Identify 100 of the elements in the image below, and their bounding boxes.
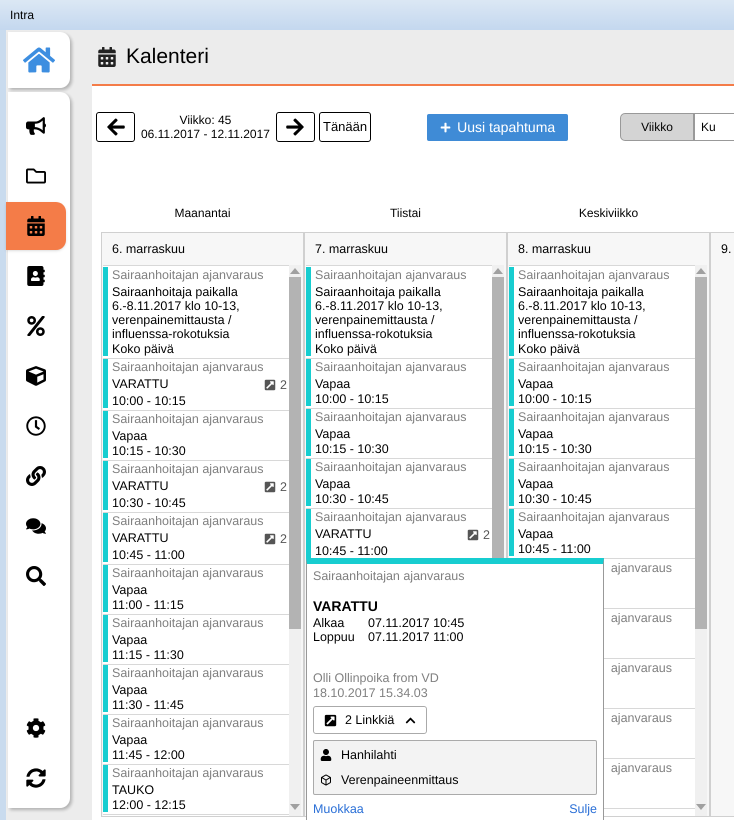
link-icon — [264, 481, 276, 493]
event-title: Sairaanhoitajan ajanvaraus — [315, 459, 468, 475]
event-card[interactable]: Sairaanhoitajan ajanvaraus VARATTU 2 10:45 - 11:00 — [103, 513, 289, 565]
event-time: 10:45 - 11:00 — [315, 543, 389, 560]
settings-icon — [26, 718, 46, 738]
event-title: Sairaanhoitajan ajanvaraus — [112, 411, 264, 427]
new-event-button[interactable]: Uusi tapahtuma — [427, 114, 568, 140]
popup-status: VARATTU — [313, 597, 379, 615]
close-link[interactable]: Sulje — [569, 802, 597, 817]
window-title: Intra — [10, 7, 34, 24]
event-card[interactable]: Sairaanhoitajan ajanvaraus Vapaa 10:30 - 10:45 — [509, 459, 695, 509]
event-time: 10:00 - 10:15 — [112, 393, 187, 410]
event-title: Sairaanhoitajan ajanvaraus — [112, 513, 264, 529]
event-title: Sairaanhoitajan ajanvaraus — [112, 267, 264, 283]
popup-creator: Olli Ollinpoika from VD — [313, 671, 440, 686]
event-text: Sairaanhoitaja paikalla 6.-8.11.2017 klo 10-13, verenpainemittausta / influenssa-rokotuksia — [315, 284, 444, 341]
view-tab[interactable]: Ku — [694, 113, 734, 141]
event-card[interactable]: Sairaanhoitajan ajanvaraus Sairaanhoitaja paikalla 6.-8.11.2017 klo 10-13, verenpainemittausta / influenssa-rokotuksia Koko päivä — [306, 267, 492, 359]
scrollbar[interactable] — [289, 265, 301, 816]
event-card[interactable]: Sairaanhoitajan ajanvaraus Vapaa 11:15 - 11:30 — [103, 615, 289, 665]
arrow-left-icon — [106, 117, 126, 137]
page-title: Kalenteri — [126, 44, 209, 70]
event-card[interactable]: Sairaanhoitajan ajanvaraus Sairaanhoitaja paikalla 6.-8.11.2017 klo 10-13, verenpainemittausta / influenssa-rokotuksia Koko päivä — [509, 267, 695, 359]
event-title: Sairaanhoitajan ajanvaraus — [315, 359, 468, 375]
home-button[interactable] — [8, 32, 70, 88]
sidebar-item[interactable] — [6, 202, 66, 250]
week-number: Viikko: 45 — [180, 113, 232, 127]
event-title: ajanvaraus — [610, 760, 672, 777]
arrow-right-icon — [285, 117, 306, 137]
event-card[interactable]: Sairaanhoitajan ajanvaraus Vapaa 10:45 - 11:00 — [509, 509, 695, 559]
field-value: 07.11.2017 11:00 — [368, 630, 464, 644]
event-text: VARATTU — [112, 478, 168, 493]
day-name: Maanantai — [174, 205, 231, 222]
links-toggle-button[interactable]: 2 Linkkiä — [313, 706, 428, 734]
event-title: Sairaanhoitajan ajanvaraus — [315, 267, 468, 283]
event-card[interactable]: Sairaanhoitajan ajanvaraus Vapaa 11:30 - 11:45 — [103, 665, 289, 715]
event-text: Vapaa — [315, 426, 350, 441]
event-title: Sairaanhoitajan ajanvaraus — [112, 461, 264, 477]
event-card[interactable]: Sairaanhoitajan ajanvaraus Vapaa 10:15 - 10:30 — [509, 409, 695, 459]
field-value: 07.11.2017 10:45 — [368, 616, 466, 630]
event-card[interactable]: Sairaanhoitajan ajanvaraus Vapaa 10:30 - 10:45 — [306, 459, 492, 509]
sync-icon — [26, 768, 46, 788]
event-card[interactable]: Sairaanhoitajan ajanvaraus Vapaa 10:15 - 10:30 — [103, 411, 289, 461]
event-time: 11:30 - 11:45 — [112, 697, 185, 714]
today-button[interactable]: Tänään — [318, 112, 372, 142]
event-card[interactable]: Sairaanhoitajan ajanvaraus VARATTU 2 10:30 - 10:45 — [103, 461, 289, 513]
link-count: 2 — [280, 531, 287, 547]
event-title: Sairaanhoitajan ajanvaraus — [112, 565, 264, 581]
event-time: 10:00 - 10:15 — [518, 391, 593, 408]
link-icon — [26, 466, 46, 486]
linked-item[interactable]: Verenpaineenmittaus — [341, 770, 458, 790]
event-card[interactable]: Sairaanhoitajan ajanvaraus VARATTU 2 10:00 - 10:15 — [103, 359, 289, 411]
field-label: Alkaa — [313, 616, 346, 630]
event-text: Vapaa — [315, 376, 350, 391]
event-text: Sairaanhoitaja paikalla 6.-8.11.2017 klo 10-13, verenpainemittausta / influenssa-rokotuksia — [112, 284, 241, 341]
event-time: 11:15 - 11:30 — [112, 647, 185, 664]
event-time: 10:30 - 10:45 — [518, 491, 593, 508]
link-icon — [467, 529, 480, 541]
calendar-icon — [98, 47, 116, 67]
event-time: 10:00 - 10:15 — [315, 391, 390, 408]
link-icon — [324, 714, 337, 726]
event-title: Sairaanhoitajan ajanvaraus — [518, 359, 670, 375]
scrollbar[interactable] — [695, 265, 707, 816]
event-title: Sairaanhoitajan ajanvaraus — [315, 409, 468, 425]
edit-link[interactable]: Muokkaa — [313, 802, 364, 817]
event-text: Vapaa — [518, 376, 554, 391]
view-tab[interactable]: Viikko — [620, 113, 694, 141]
event-text: VARATTU — [112, 376, 168, 391]
event-title: ajanvaraus — [610, 660, 672, 677]
event-card[interactable]: Sairaanhoitajan ajanvaraus VARATTU 2 10:45 - 11:00 — [306, 509, 492, 561]
event-card[interactable]: Sairaanhoitajan ajanvaraus Vapaa 11:00 - 11:15 — [103, 565, 289, 615]
event-card[interactable]: Sairaanhoitajan ajanvaraus Vapaa 10:15 - 10:30 — [306, 409, 492, 459]
event-title: Sairaanhoitajan ajanvaraus — [518, 409, 670, 425]
event-text: Vapaa — [112, 732, 148, 747]
event-card[interactable]: Sairaanhoitajan ajanvaraus TAUKO 12:00 - 12:15 — [103, 765, 289, 815]
event-card[interactable]: Sairaanhoitajan ajanvaraus Vapaa 10:00 - 10:15 — [509, 359, 695, 409]
event-time: 10:30 - 10:45 — [112, 495, 187, 512]
next-week-button[interactable] — [276, 112, 315, 142]
previous-week-button[interactable] — [96, 112, 136, 142]
event-title: Sairaanhoitajan ajanvaraus — [112, 359, 264, 375]
event-text: Vapaa — [112, 682, 148, 697]
contact-book-icon — [26, 266, 46, 286]
event-card[interactable]: Sairaanhoitajan ajanvaraus Vapaa 10:00 - 10:15 — [306, 359, 492, 409]
calendar-icon — [26, 216, 46, 236]
event-card[interactable]: Sairaanhoitajan ajanvaraus Vapaa 11:45 - 12:00 — [103, 715, 289, 765]
linked-item[interactable]: Hanhilahti — [341, 746, 397, 764]
field-label: Loppuu — [313, 630, 356, 644]
event-title: Sairaanhoitajan ajanvaraus — [112, 715, 264, 731]
popup-created-date: 18.10.2017 15.34.03 — [313, 686, 429, 701]
event-time: 10:45 - 11:00 — [112, 547, 186, 564]
event-text: Vapaa — [315, 476, 350, 491]
event-text: Vapaa — [112, 632, 148, 647]
event-text: Vapaa — [518, 426, 554, 441]
date-heading: 7. marraskuu — [315, 240, 388, 258]
link-count: 2 — [483, 527, 490, 543]
event-time: Koko päivä — [112, 341, 175, 358]
event-title: Sairaanhoitajan ajanvaraus — [112, 665, 264, 681]
event-card[interactable]: Sairaanhoitajan ajanvaraus Sairaanhoitaja paikalla 6.-8.11.2017 klo 10-13, verenpainemittausta / influenssa-rokotuksia Koko päivä — [103, 267, 289, 359]
chat-bubbles-icon — [26, 516, 46, 536]
date-heading: 9. — [721, 240, 732, 258]
